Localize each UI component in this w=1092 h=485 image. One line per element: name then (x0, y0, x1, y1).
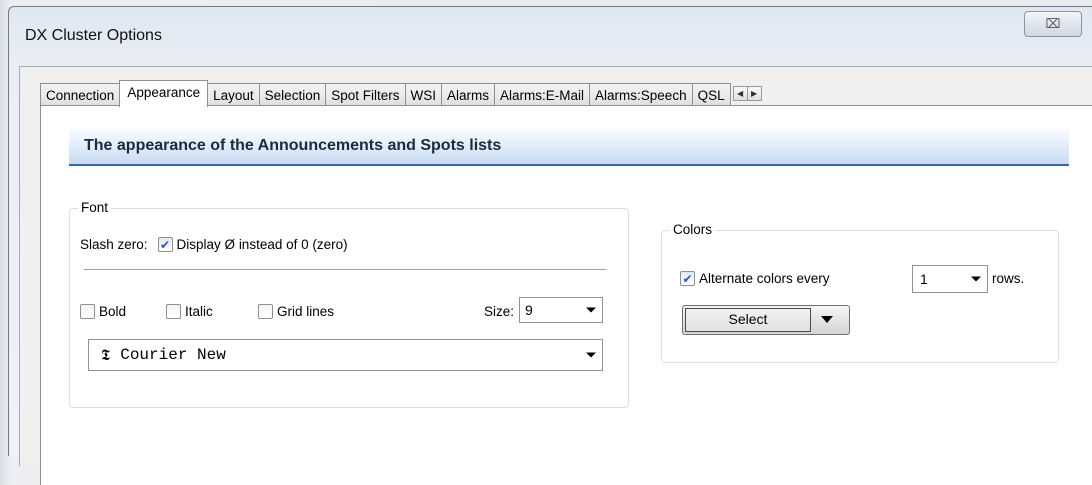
appearance-page: The appearance of the Announcements and … (40, 105, 1092, 485)
font-type-icon: 𝕿 (101, 346, 111, 364)
tab-appearance[interactable]: Appearance (119, 80, 209, 107)
close-button[interactable]: ⌧ (1024, 11, 1082, 37)
scroll-right-icon[interactable]: ▶ (746, 86, 762, 101)
chevron-down-icon (586, 352, 596, 358)
title-bar[interactable]: DX Cluster Options ⌧ (9, 7, 1092, 59)
tab-alarms[interactable]: Alarms (441, 83, 496, 107)
rows-dropdown[interactable]: 1 (912, 265, 988, 293)
tab-connection[interactable]: Connection (40, 83, 121, 107)
grid-lines-row: Grid lines (258, 304, 334, 319)
page-header: The appearance of the Announcements and … (69, 128, 1069, 166)
select-color-button[interactable]: Select (682, 305, 850, 335)
bold-label[interactable]: Bold (99, 304, 126, 319)
italic-row: Italic (166, 304, 213, 319)
size-row: Size: (484, 304, 514, 319)
tab-spot-filters[interactable]: Spot Filters (325, 83, 406, 107)
italic-label[interactable]: Italic (185, 304, 213, 319)
chevron-down-icon (971, 276, 981, 282)
slash-zero-row: Slash zero: ✔ Display Ø instead of 0 (ze… (80, 237, 348, 252)
colors-group: Colors ✔ Alternate colors every 1 rows. … (661, 222, 1059, 363)
bold-row: Bold (80, 304, 126, 319)
close-icon: ⌧ (1045, 16, 1061, 31)
checkmark-icon: ✔ (160, 237, 171, 252)
select-button-label[interactable]: Select (685, 308, 811, 332)
size-value: 9 (525, 302, 533, 318)
alternate-colors-checkbox[interactable]: ✔ (680, 271, 695, 286)
page-title: The appearance of the Announcements and … (84, 137, 502, 154)
slash-zero-label: Slash zero: (80, 237, 148, 252)
display-slash-checkbox[interactable]: ✔ (157, 237, 173, 252)
tab-selection[interactable]: Selection (258, 83, 327, 107)
rows-value: 1 (920, 271, 928, 287)
tab-strip: Connection Appearance Layout Selection S… (40, 80, 762, 107)
font-name-dropdown[interactable]: 𝕿 Courier New (88, 339, 603, 371)
grid-lines-label[interactable]: Grid lines (277, 304, 334, 319)
font-name-value: Courier New (120, 346, 226, 364)
client-area: Connection Appearance Layout Selection S… (19, 66, 1092, 485)
colors-group-title: Colors (670, 222, 716, 237)
bold-checkbox[interactable] (80, 304, 95, 319)
grid-lines-checkbox[interactable] (258, 304, 273, 319)
alternate-colors-row: ✔ Alternate colors every (680, 271, 830, 286)
rows-suffix-label: rows. (992, 271, 1025, 286)
display-slash-label[interactable]: Display Ø instead of 0 (zero) (177, 237, 348, 252)
size-dropdown[interactable]: 9 (519, 297, 603, 323)
italic-checkbox[interactable] (166, 304, 181, 319)
dialog-window: DX Cluster Options ⌧ Connection Appearan… (8, 6, 1092, 485)
tab-wsi[interactable]: WSI (404, 83, 442, 107)
tab-qsl[interactable]: QSL (691, 83, 731, 107)
chevron-down-icon (586, 307, 596, 313)
checkmark-icon: ✔ (682, 271, 693, 286)
font-group-title: Font (78, 200, 112, 215)
window-title: DX Cluster Options (25, 27, 162, 44)
font-divider (84, 269, 606, 270)
tab-alarms-email[interactable]: Alarms:E-Mail (494, 83, 591, 107)
size-label: Size: (484, 304, 515, 319)
alternate-colors-label[interactable]: Alternate colors every (699, 271, 830, 286)
tab-layout[interactable]: Layout (207, 83, 260, 107)
font-group: Font Slash zero: ✔ Display Ø instead of … (69, 200, 629, 408)
tab-alarms-speech[interactable]: Alarms:Speech (589, 83, 693, 107)
dropdown-arrow-icon[interactable] (813, 306, 843, 334)
scroll-left-icon[interactable]: ◀ (732, 86, 748, 101)
tab-scroll-buttons: ◀ ▶ (732, 86, 762, 105)
